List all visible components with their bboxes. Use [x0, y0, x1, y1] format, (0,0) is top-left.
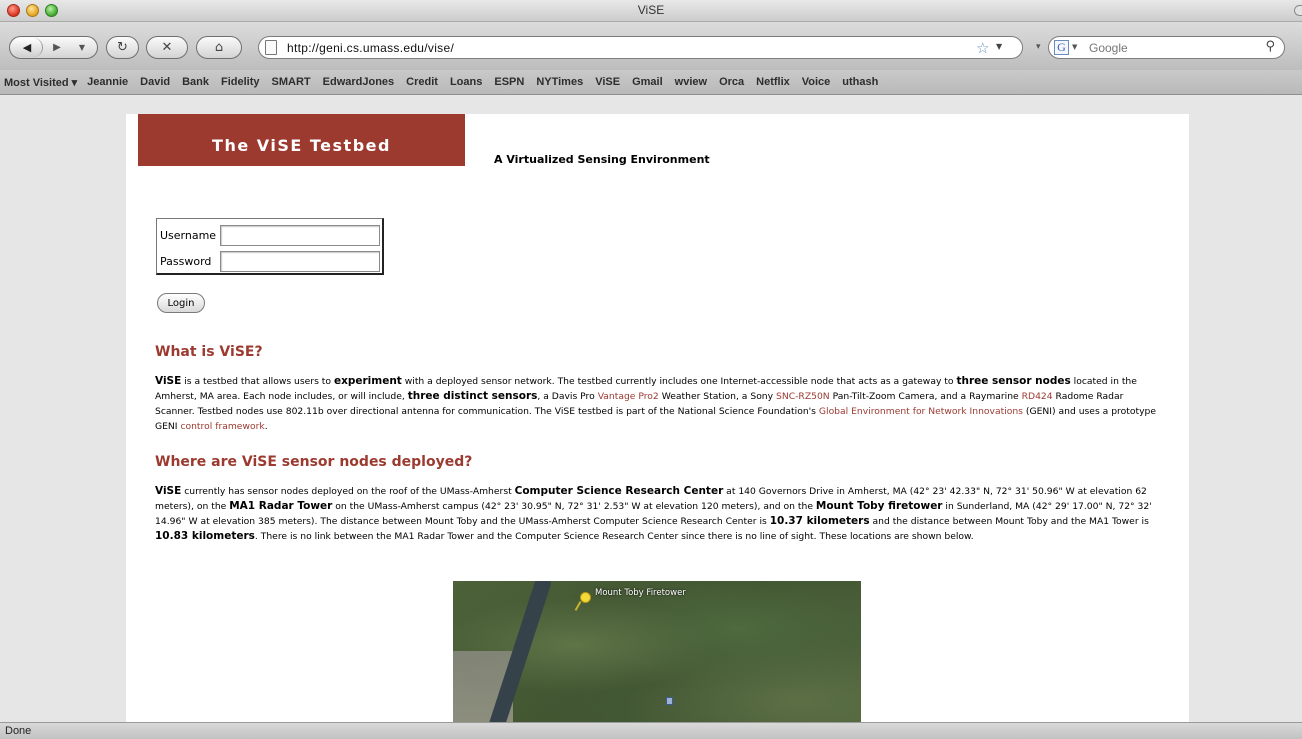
text-bold: experiment: [333, 375, 402, 387]
most-visited-menu[interactable]: Most Visited ▾: [4, 76, 77, 89]
text: currently has sensor nodes deployed on t…: [181, 486, 515, 497]
text: is a testbed that allows users to: [181, 376, 334, 387]
satellite-map-image: Mount Toby Firetower: [453, 581, 861, 722]
bookmark-wview[interactable]: wview: [675, 76, 707, 88]
back-forward-control: ◀ ▶ ▼: [9, 36, 98, 59]
bookmark-edwardjones[interactable]: EdwardJones: [323, 76, 395, 88]
stop-icon: ✕: [161, 40, 173, 55]
bookmark-orca[interactable]: Orca: [719, 76, 744, 88]
engine-dropdown-icon[interactable]: ▼: [1072, 43, 1077, 51]
login-form: Username Password: [156, 218, 384, 275]
status-bar: Done: [0, 722, 1302, 739]
chevron-down-icon[interactable]: ▾: [1036, 42, 1041, 52]
section-heading-what-is-vise: What is ViSE?: [155, 344, 263, 360]
bookmarks-toolbar: Most Visited ▾ Jeannie David Bank Fideli…: [0, 70, 1302, 95]
link-geni[interactable]: Global Environment for Network Innovatio…: [819, 406, 1023, 417]
text: .: [264, 421, 268, 432]
window-title: ViSE: [637, 3, 665, 17]
section-paragraph-what-is-vise: ViSE is a testbed that allows users to e…: [155, 374, 1160, 434]
map-pin-stem: [574, 601, 582, 611]
google-engine-icon[interactable]: G: [1054, 40, 1069, 55]
stop-button[interactable]: ✕: [146, 36, 188, 59]
bookmark-uthash[interactable]: uthash: [842, 76, 878, 88]
back-button[interactable]: ◀: [12, 38, 43, 57]
link-snc-rz50n[interactable]: SNC-RZ50N: [776, 391, 830, 402]
bookmark-espn[interactable]: ESPN: [494, 76, 524, 88]
text: . There is no link between the MA1 Radar…: [254, 531, 974, 542]
text-bold: ViSE: [155, 375, 182, 387]
bookmark-loans[interactable]: Loans: [450, 76, 482, 88]
link-vantage-pro2[interactable]: Vantage Pro2: [598, 391, 659, 402]
text-bold: three sensor nodes: [956, 375, 1071, 387]
bookmark-credit[interactable]: Credit: [406, 76, 438, 88]
text-bold: Mount Toby firetower: [815, 500, 943, 512]
link-control-framework[interactable]: control framework: [180, 421, 264, 432]
bookmark-david[interactable]: David: [140, 76, 170, 88]
text-bold: ViSE: [155, 485, 182, 497]
link-rd424[interactable]: RD424: [1022, 391, 1053, 402]
home-icon: ⌂: [214, 40, 224, 55]
text-bold: MA1 Radar Tower: [229, 500, 333, 512]
password-label: Password: [160, 254, 212, 268]
bookmark-smart[interactable]: SMART: [272, 76, 311, 88]
bookmark-netflix[interactable]: Netflix: [756, 76, 790, 88]
search-icon[interactable]: ⚲: [1265, 39, 1275, 54]
chevron-down-icon: ▼: [78, 43, 86, 52]
bookmark-bank[interactable]: Bank: [182, 76, 209, 88]
username-field[interactable]: [220, 224, 380, 246]
search-box[interactable]: G ▼ Google ⚲: [1048, 36, 1285, 59]
map-marker-icon: [666, 697, 673, 705]
url-text[interactable]: http://geni.cs.umass.edu/vise/: [287, 41, 454, 55]
section-heading-where-deployed: Where are ViSE sensor nodes deployed?: [155, 454, 473, 470]
text: on the UMass-Amherst campus (42° 23' 30.…: [332, 501, 816, 512]
site-tagline: A Virtualized Sensing Environment: [494, 153, 710, 166]
username-row: Username: [160, 224, 380, 246]
reload-button[interactable]: ↻: [106, 36, 139, 59]
home-button[interactable]: ⌂: [196, 36, 242, 59]
text-bold: 10.37 kilometers: [769, 515, 870, 527]
section-paragraph-where-deployed: ViSE currently has sensor nodes deployed…: [155, 484, 1160, 544]
bookmark-fidelity[interactable]: Fidelity: [221, 76, 260, 88]
password-row: Password: [160, 250, 380, 272]
forward-button[interactable]: ▶: [46, 38, 68, 57]
text: Pan-Tilt-Zoom Camera, and a Raymarine: [829, 391, 1022, 402]
username-label: Username: [160, 228, 217, 242]
text-bold: Computer Science Research Center: [514, 485, 724, 497]
text: and the distance between Mount Toby and …: [869, 516, 1149, 527]
bookmark-voice[interactable]: Voice: [802, 76, 831, 88]
reload-icon: ↻: [117, 40, 128, 55]
bookmark-nytimes[interactable]: NYTimes: [536, 76, 583, 88]
browser-viewport: The ViSE Testbed A Virtualized Sensing E…: [0, 95, 1302, 722]
toolbar-toggle-button[interactable]: [1294, 5, 1302, 16]
bookmark-star-icon[interactable]: ☆: [976, 39, 989, 57]
text-bold: 10.83 kilometers: [155, 530, 255, 542]
forward-arrow-icon: ▶: [53, 42, 61, 53]
page-icon: [265, 40, 277, 55]
back-arrow-icon: ◀: [22, 41, 32, 54]
text: Weather Station, a Sony: [658, 391, 776, 402]
map-label-mount-toby: Mount Toby Firetower: [595, 588, 686, 598]
url-history-dropdown-icon[interactable]: ▼: [996, 42, 1002, 51]
text: with a deployed sensor network. The test…: [401, 376, 957, 387]
password-field[interactable]: [220, 250, 380, 272]
address-bar[interactable]: http://geni.cs.umass.edu/vise/ ☆ ▼: [258, 36, 1023, 59]
bookmark-gmail[interactable]: Gmail: [632, 76, 663, 88]
history-dropdown-button[interactable]: ▼: [68, 38, 96, 57]
bookmark-jeannie[interactable]: Jeannie: [87, 76, 128, 88]
window-titlebar: ViSE: [0, 0, 1302, 22]
text: , a Davis Pro: [537, 391, 598, 402]
site-banner: The ViSE Testbed: [138, 114, 465, 166]
login-button[interactable]: Login: [157, 293, 205, 313]
bookmark-vise[interactable]: ViSE: [595, 76, 620, 88]
map-pin-icon: [580, 592, 591, 603]
page-content: The ViSE Testbed A Virtualized Sensing E…: [126, 114, 1189, 722]
text-bold: three distinct sensors: [407, 390, 538, 402]
search-input[interactable]: Google: [1089, 41, 1128, 55]
navigation-toolbar: ◀ ▶ ▼ ↻ ✕ ⌂ http://geni.cs.umass.edu/vis…: [0, 22, 1302, 70]
